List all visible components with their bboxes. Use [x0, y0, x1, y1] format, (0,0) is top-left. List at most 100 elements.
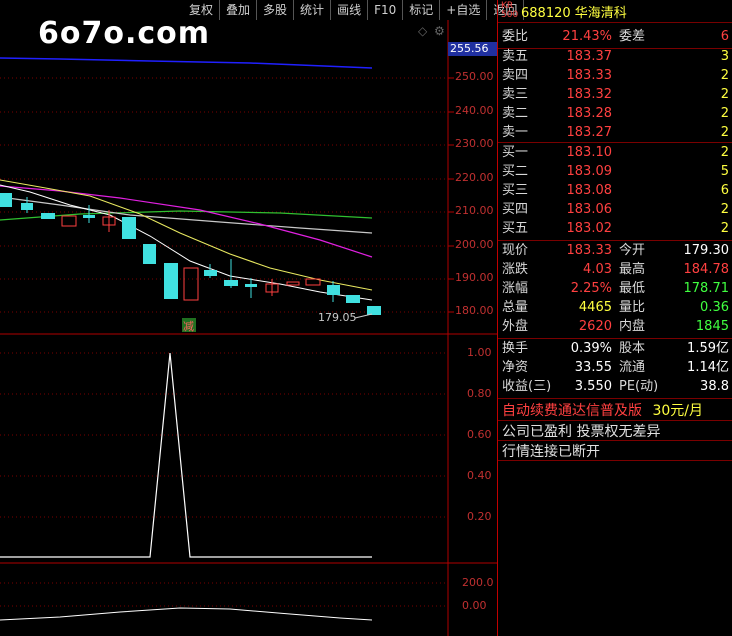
quote-value-2: 1845	[695, 319, 729, 334]
price-axis-label: 250.00	[455, 70, 494, 83]
promo-text: 自动续费通达信普及版	[502, 403, 642, 419]
quote-label: 总量	[502, 300, 529, 315]
stat-label-2: PE(动)	[619, 379, 659, 394]
stat-row: 净资 33.55 流通 1.14亿	[498, 359, 732, 377]
buy-label: 买五	[502, 221, 529, 236]
buy-label: 买一	[502, 145, 529, 160]
buy-row: 买五 183.02 2	[498, 220, 732, 238]
buy-price: 183.08	[566, 183, 613, 198]
indicator-axis-label: 0.20	[467, 510, 492, 523]
toolbar-button-3[interactable]: 统计	[294, 0, 332, 20]
toolbar-button-6[interactable]: 标记	[403, 0, 441, 20]
buy-volume: 2	[720, 202, 729, 217]
sell-volume: 2	[720, 87, 729, 102]
indicator-line	[0, 352, 372, 558]
quote-value: 2.25%	[570, 281, 612, 296]
buy-row: 买一 183.10 2	[498, 144, 732, 162]
weibi-row: 委比 21.43% 委差 6	[498, 28, 732, 46]
buy-volume: 2	[720, 221, 729, 236]
buy-price: 183.02	[566, 221, 613, 236]
buy-row: 买四 183.06 2	[498, 201, 732, 219]
note-profit: 公司已盈利 投票权无差异	[502, 424, 661, 440]
quote-row: 外盘 2620 内盘 1845	[498, 318, 732, 336]
sell-label: 卖三	[502, 87, 529, 102]
stat-row: 收益(三) 3.550 PE(动) 38.8	[498, 378, 732, 396]
sell-row: 卖二 183.28 2	[498, 105, 732, 123]
promo-row[interactable]: 自动续费通达信普及版 30元/月	[502, 400, 703, 420]
stat-value: 3.550	[574, 379, 612, 394]
stat-value-2: 38.8	[700, 379, 729, 394]
buy-volume: 5	[720, 164, 729, 179]
toolbar-button-7[interactable]: +自选	[440, 0, 488, 20]
quote-value: 4.03	[583, 262, 612, 277]
quote-value: 2620	[578, 319, 612, 334]
sell-price: 183.37	[566, 49, 613, 64]
buy-row: 买三 183.08 6	[498, 182, 732, 200]
price-axis-label: 240.00	[455, 104, 494, 117]
sell-row: 卖四 183.33 2	[498, 67, 732, 85]
note-connection: 行情连接已断开	[502, 444, 600, 460]
toolbar-button-4[interactable]: 画线	[331, 0, 369, 20]
quote-label: 涨跌	[502, 262, 529, 277]
buy-volume: 6	[720, 183, 729, 198]
quote-panel: KR 500 688120 华海清科 委比 21.43% 委差 6 卖五 183.…	[497, 0, 732, 636]
sell-volume: 2	[720, 68, 729, 83]
quote-label: 涨幅	[502, 281, 529, 296]
ma-blue-line	[0, 57, 373, 69]
stat-value: 0.39%	[570, 341, 612, 356]
price-axis-label: 230.00	[455, 137, 494, 150]
stat-label-2: 股本	[619, 341, 646, 356]
watermark-logo: 6o7o.com	[38, 16, 211, 51]
quote-label-2: 今开	[619, 243, 646, 258]
sell-label: 卖四	[502, 68, 529, 83]
quote-row: 涨跌 4.03 最高 184.78	[498, 261, 732, 279]
stock-header: KR 500 688120 华海清科	[498, 0, 732, 23]
toolbar-button-5[interactable]: F10	[368, 0, 404, 20]
buy-price: 183.06	[566, 202, 613, 217]
stock-code-name: 688120 华海清科	[521, 5, 627, 21]
kline-chart[interactable]: ◇ ⚙	[0, 0, 497, 636]
price-axis-label: 210.00	[455, 204, 494, 217]
buy-price: 183.09	[566, 164, 613, 179]
indicator-axis-label: 1.00	[467, 346, 492, 359]
stat-value-2: 1.14亿	[687, 360, 729, 375]
quote-row: 涨幅 2.25% 最低 178.71	[498, 280, 732, 298]
sell-volume: 3	[720, 49, 729, 64]
weicha-label: 委差	[619, 29, 646, 44]
macd-axis-label: 200.0	[462, 576, 494, 589]
buy-label: 买三	[502, 183, 529, 198]
ma-white-line	[0, 184, 373, 301]
ma-yellow-line	[0, 179, 373, 291]
sell-price: 183.32	[566, 87, 613, 102]
stat-value-2: 1.59亿	[687, 341, 729, 356]
low-label: 179.05	[318, 311, 357, 324]
buy-volume: 2	[720, 145, 729, 160]
sell-row: 卖五 183.37 3	[498, 48, 732, 66]
toolbar-button-2[interactable]: 多股	[257, 0, 295, 20]
buy-label: 买四	[502, 202, 529, 217]
quote-label: 外盘	[502, 319, 529, 334]
buy-label: 买二	[502, 164, 529, 179]
quote-label-2: 量比	[619, 300, 646, 315]
stat-label: 净资	[502, 360, 529, 375]
macd-axis-label: 0.00	[462, 599, 487, 612]
sell-label: 卖二	[502, 106, 529, 121]
sell-volume: 2	[720, 125, 729, 140]
kr-sub: 500	[501, 10, 519, 20]
toolbar: 复权 叠加 多股 统计 画线 F10 标记 +自选 返回	[183, 0, 525, 20]
quote-label-2: 内盘	[619, 319, 646, 334]
sell-row: 卖三 183.32 2	[498, 86, 732, 104]
price-axis-label: 190.00	[455, 271, 494, 284]
sell-volume: 2	[720, 106, 729, 121]
price-axis-label: 180.00	[455, 304, 494, 317]
price-axis-label: 220.00	[455, 171, 494, 184]
weicha-value: 6	[720, 29, 729, 44]
toolbar-button-1[interactable]: 叠加	[220, 0, 258, 20]
sell-row: 卖一 183.27 2	[498, 124, 732, 142]
sell-price: 183.33	[566, 68, 613, 83]
indicator-axis-label: 0.60	[467, 428, 492, 441]
weibi-label: 委比	[502, 29, 529, 44]
price-axis-label: 200.00	[455, 238, 494, 251]
diamond-icon: ◇	[418, 24, 428, 38]
buy-row: 买二 183.09 5	[498, 163, 732, 181]
